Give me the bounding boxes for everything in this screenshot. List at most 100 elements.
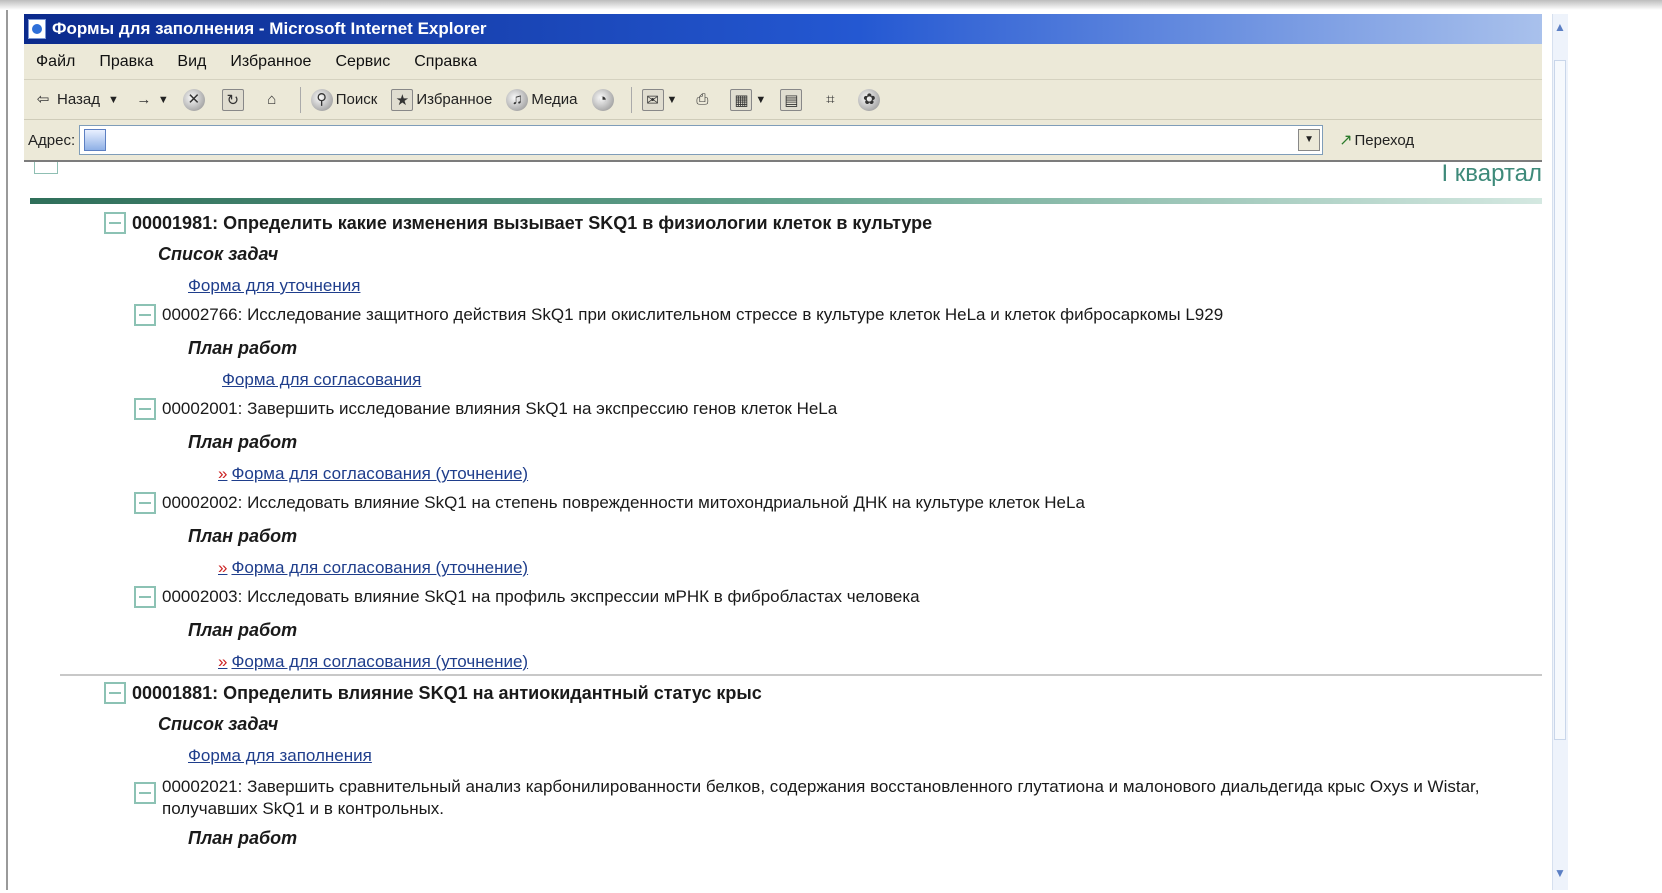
link-bullet: »: [218, 558, 228, 577]
favorites-button-label: Избранное: [416, 91, 493, 108]
quarter-label: I квартал: [1441, 160, 1542, 187]
work-plan-label: План работ: [188, 338, 298, 358]
discuss-icon: ▤: [780, 88, 803, 111]
menu-tools[interactable]: Сервис: [323, 53, 402, 71]
project-row: 00001981: Определить какие изменения выз…: [104, 212, 932, 234]
collapse-icon[interactable]: [104, 682, 126, 704]
section-divider: [30, 198, 1542, 204]
link-text: Форма для согласования (уточнение): [231, 464, 529, 483]
edit-icon: ▦: [730, 88, 753, 111]
media-button-label: Медиа: [531, 91, 578, 108]
project-row: 00001881: Определить влияние SKQ1 на ант…: [104, 682, 762, 704]
search-button[interactable]: ⚲ Поиск: [310, 88, 378, 111]
task-row: 00002766: Исследование защитного действи…: [134, 304, 1223, 326]
refresh-icon: ↻: [221, 88, 244, 111]
task-list-label: Список задач: [158, 244, 279, 264]
address-label: Адрес:: [28, 131, 76, 149]
collapse-icon[interactable]: [34, 162, 58, 174]
scroll-down-icon[interactable]: ▼: [1553, 866, 1567, 882]
refresh-button[interactable]: ↻: [221, 88, 247, 111]
page-icon: [84, 129, 107, 151]
edit-dropdown-icon[interactable]: ▼: [755, 94, 766, 106]
address-bar: Адрес: ▼ ↗ Переход: [24, 120, 1542, 162]
go-button-label: Переход: [1354, 131, 1415, 149]
work-plan-label: План работ: [188, 432, 298, 452]
back-dropdown-icon[interactable]: ▼: [108, 94, 119, 106]
menu-favorites[interactable]: Избранное: [218, 53, 323, 71]
favorites-icon: ★: [391, 88, 414, 111]
toolbar-separator: [299, 86, 301, 113]
project-divider: [60, 674, 1542, 676]
fill-form-link[interactable]: Форма для заполнения: [188, 746, 372, 766]
scroll-up-icon[interactable]: ▲: [1553, 20, 1567, 36]
task-list-label: Список задач: [158, 714, 279, 734]
task-title: 00002021: Завершить сравнительный анализ…: [162, 777, 1480, 818]
search-button-label: Поиск: [335, 91, 378, 108]
research-icon: ⌗: [826, 90, 835, 108]
task-row: 00002001: Завершить исследование влияния…: [134, 398, 837, 420]
approval-clarify-form-link[interactable]: » Форма для согласования (уточнение): [218, 652, 528, 672]
stop-button[interactable]: ✕: [182, 88, 208, 111]
mail-dropdown-icon[interactable]: ▼: [667, 94, 678, 106]
collapse-icon[interactable]: [104, 212, 126, 234]
back-button-label: Назад: [57, 91, 100, 108]
link-text: Форма для согласования (уточнение): [231, 558, 529, 577]
task-title: 00002003: Исследовать влияние SkQ1 на пр…: [162, 587, 920, 606]
link-text: Форма для согласования: [222, 370, 422, 389]
toolbar: ⇦ Назад ▼ → ▼ ✕ ↻ ⌂ ⚲ Поиск ★ Избранное …: [24, 80, 1542, 120]
history-icon: ◔: [591, 88, 614, 111]
search-icon: ⚲: [310, 88, 333, 111]
forward-arrow-icon: →: [136, 90, 152, 108]
link-text: Форма для согласования (уточнение): [231, 652, 529, 671]
history-button[interactable]: ◔: [591, 88, 617, 111]
collapse-icon[interactable]: [134, 398, 156, 420]
media-button[interactable]: ♫ Медиа: [506, 88, 578, 111]
approval-form-link[interactable]: Форма для согласования: [218, 370, 421, 390]
mail-button[interactable]: ✉ ▼: [641, 88, 678, 111]
left-edge: [6, 10, 8, 890]
approval-clarify-form-link[interactable]: » Форма для согласования (уточнение): [218, 464, 528, 484]
edit-button[interactable]: ▦ ▼: [730, 88, 766, 111]
print-button[interactable]: ⎙: [691, 89, 716, 111]
work-plan-label: План работ: [188, 620, 298, 640]
forward-dropdown-icon[interactable]: ▼: [158, 94, 169, 106]
approval-clarify-form-link[interactable]: » Форма для согласования (уточнение): [218, 558, 528, 578]
task-title: 00002766: Исследование защитного действи…: [162, 305, 1224, 324]
clarify-form-link[interactable]: Форма для уточнения: [188, 276, 360, 296]
work-plan-label: План работ: [188, 828, 298, 848]
task-row: 00002002: Исследовать влияние SkQ1 на ст…: [134, 492, 1085, 514]
stop-icon: ✕: [182, 88, 205, 111]
home-button[interactable]: ⌂: [261, 89, 286, 111]
messenger-button[interactable]: ✿: [858, 88, 883, 111]
home-icon: ⌂: [267, 90, 277, 108]
collapse-icon[interactable]: [134, 304, 156, 326]
favorites-button[interactable]: ★ Избранное: [391, 88, 493, 111]
research-button[interactable]: ⌗: [819, 89, 844, 111]
forward-button[interactable]: → ▼: [133, 89, 169, 111]
menu-file[interactable]: Файл: [24, 53, 87, 71]
discuss-button[interactable]: ▤: [780, 88, 805, 111]
collapse-icon[interactable]: [134, 492, 156, 514]
page-content: I квартал 00001981: Определить какие изм…: [24, 160, 1542, 890]
collapse-icon[interactable]: [134, 782, 156, 804]
menu-view[interactable]: Вид: [165, 53, 218, 71]
back-arrow-icon: ⇦: [36, 90, 50, 108]
task-row: 00002021: Завершить сравнительный анализ…: [134, 776, 1492, 820]
menu-help[interactable]: Справка: [402, 53, 489, 71]
scrollbar-thumb[interactable]: [1554, 60, 1566, 740]
link-bullet: »: [218, 464, 228, 483]
collapse-icon[interactable]: [134, 586, 156, 608]
print-icon: ⎙: [696, 90, 709, 108]
go-button[interactable]: ↗ Переход: [1339, 130, 1414, 150]
top-shadow: [0, 0, 1662, 10]
menu-edit[interactable]: Правка: [87, 53, 165, 71]
address-input[interactable]: ▼: [79, 125, 1324, 155]
window-title: Формы для заполнения - Microsoft Interne…: [52, 19, 487, 38]
menu-bar: Файл Правка Вид Избранное Сервис Справка: [24, 44, 1542, 80]
address-dropdown-icon[interactable]: ▼: [1298, 129, 1321, 151]
go-arrow-icon: ↗: [1339, 132, 1353, 149]
back-button[interactable]: ⇦ Назад ▼: [32, 89, 119, 111]
task-title: 00002001: Завершить исследование влияния…: [162, 399, 838, 418]
mail-icon: ✉: [641, 88, 664, 111]
work-plan-label: План работ: [188, 526, 298, 546]
